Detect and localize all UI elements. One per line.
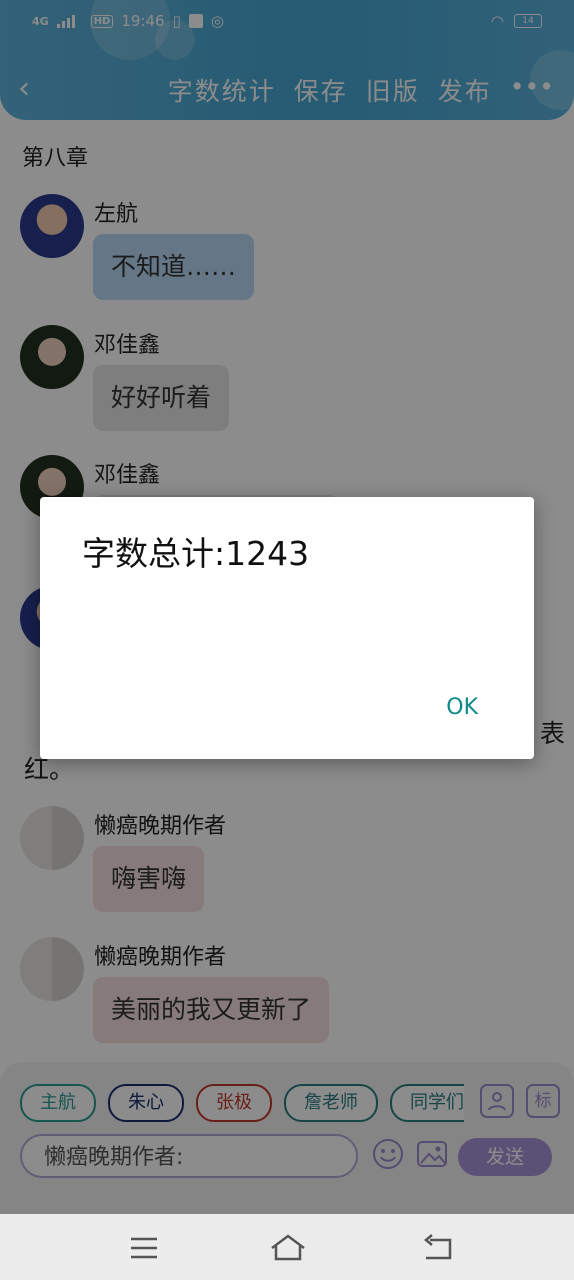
home-icon[interactable] [268, 1230, 305, 1266]
menu-icon[interactable] [126, 1230, 162, 1266]
ok-button[interactable]: OK [446, 695, 478, 720]
system-nav-bar [0, 1214, 574, 1280]
dialog-message: 字数总计:1243 [82, 534, 310, 573]
chat-editor-screen: 4G HD 19:46 ▯ ◎ ◠ 14 ‹ 字数统计 保存 旧版 发布 •••… [0, 0, 574, 1280]
back-icon[interactable] [420, 1230, 456, 1266]
word-count-dialog: 字数总计:1243 OK [40, 497, 534, 759]
